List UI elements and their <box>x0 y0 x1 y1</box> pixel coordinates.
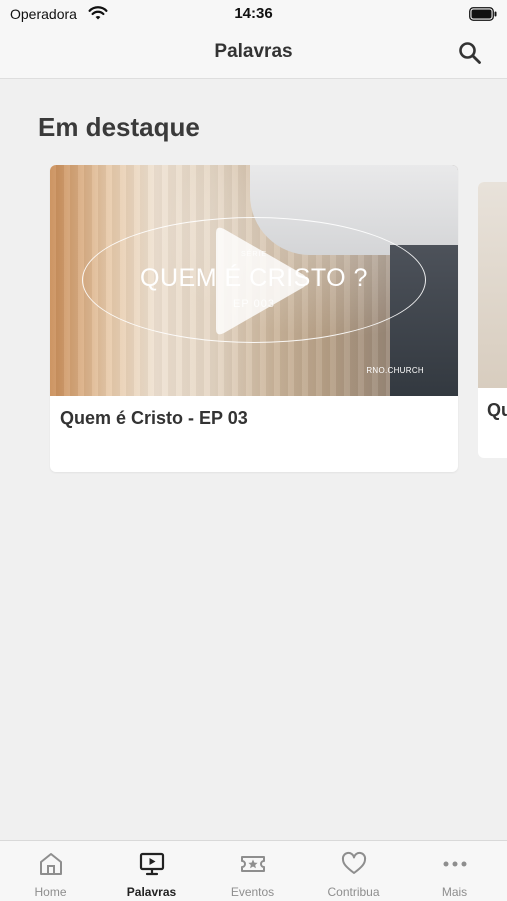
thumbnail-brand: RNO.CHURCH <box>366 366 424 375</box>
navigation-bar: Palavras <box>0 28 507 79</box>
tab-home[interactable]: Home <box>0 841 101 901</box>
next-video-card[interactable]: Qu <box>478 182 507 458</box>
battery-icon <box>469 7 497 21</box>
status-time: 14:36 <box>234 5 273 22</box>
video-thumbnail[interactable]: SÉRIE QUEM É CRISTO ? EP 003 RNO.CHURCH <box>50 165 458 396</box>
more-dots-icon <box>443 861 467 867</box>
video-monitor-icon <box>139 852 165 876</box>
home-icon <box>40 853 62 875</box>
featured-video-card[interactable]: SÉRIE QUEM É CRISTO ? EP 003 RNO.CHURCH … <box>50 165 458 472</box>
tab-mais[interactable]: Mais <box>404 841 505 901</box>
tab-label: Palavras <box>126 885 177 899</box>
tab-label: Mais <box>441 885 468 899</box>
tab-palavras[interactable]: Palavras <box>101 841 202 901</box>
section-title: Em destaque <box>38 112 200 142</box>
tab-label: Eventos <box>230 885 275 899</box>
tab-bar: Home Palavras Eventos Contribua Mais <box>0 840 507 901</box>
video-title: Qu <box>487 400 507 420</box>
status-bar: Operadora 14:36 <box>0 0 507 28</box>
heart-icon <box>341 851 367 874</box>
play-icon[interactable] <box>210 225 310 337</box>
tab-eventos[interactable]: Eventos <box>202 841 303 901</box>
page-title: Palavras <box>214 41 293 62</box>
tab-contribua[interactable]: Contribua <box>303 841 404 901</box>
video-title: Quem é Cristo - EP 03 <box>60 408 248 428</box>
ticket-star-icon <box>241 856 265 872</box>
video-thumbnail <box>478 182 507 388</box>
tab-label: Contribua <box>327 885 380 899</box>
search-icon[interactable] <box>457 40 483 66</box>
tab-label: Home <box>34 885 67 899</box>
